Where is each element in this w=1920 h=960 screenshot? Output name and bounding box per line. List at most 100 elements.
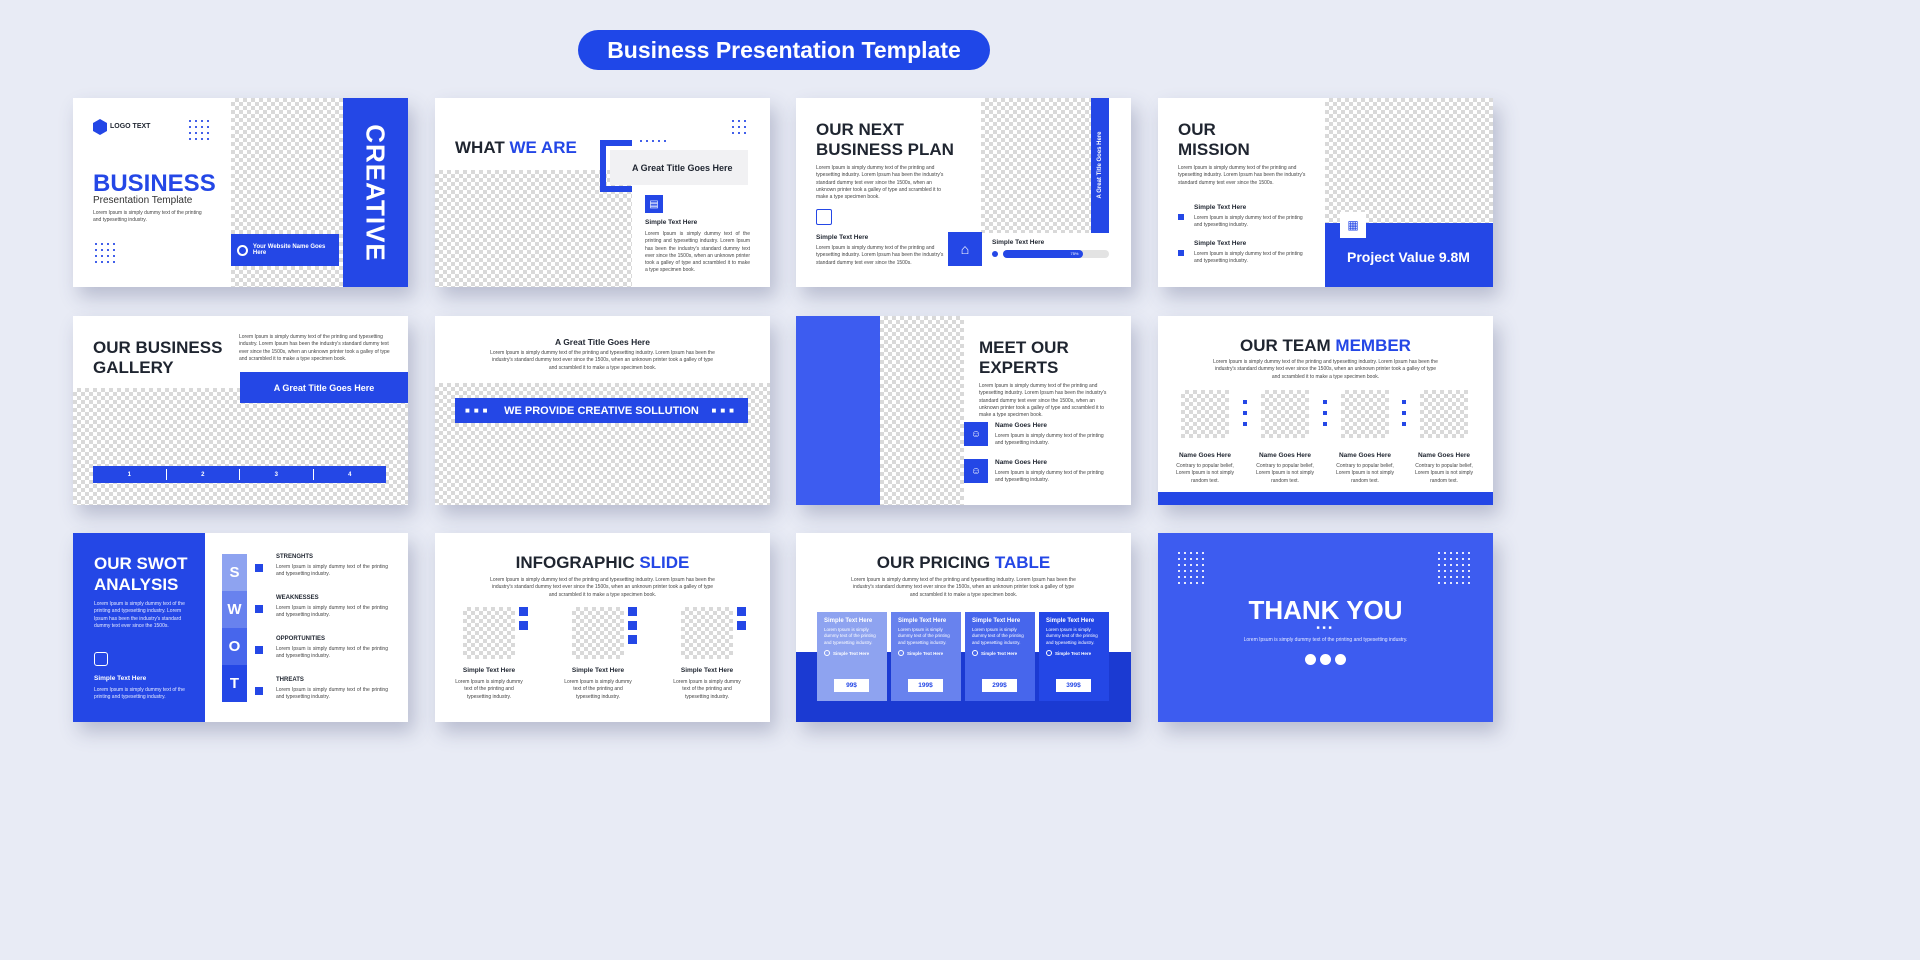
footer-bar [1158,492,1493,505]
bullet-square [1178,214,1184,220]
slide-body: Lorem Ipsum is simply dummy text of the … [1243,637,1408,643]
dot-pattern [1436,550,1472,586]
pricing-card[interactable]: Simple Text Here Lorem Ipsum is simply d… [965,612,1035,701]
project-value: Project Value 9.8M [1347,249,1470,265]
slide-body: Lorem Ipsum is simply dummy text of the … [1178,165,1306,186]
slide-what-we-are[interactable]: WHAT WE ARE A Great Title Goes Here ▤ Si… [435,98,770,287]
slide-title-accent: MISSION [1178,140,1250,159]
dots-decoration [1243,400,1247,430]
bullet-square [255,564,263,572]
item-body: Lorem Ipsum is simply dummy text of the … [816,245,944,266]
briefcase-icon: ▤ [645,195,663,213]
slide-business-plan[interactable]: OUR NEXT BUSINESS PLAN Lorem Ipsum is si… [796,98,1131,287]
slide-title: OUR TEAM MEMBER [1240,336,1411,355]
slide-title: OUR [1178,120,1216,139]
item-body: Lorem Ipsum is simply dummy text of the … [645,231,750,274]
plan-body: Lorem Ipsum is simply dummy text of the … [824,627,876,645]
slide-body: Lorem Ipsum is simply dummy text of the … [816,165,944,201]
item-body: Lorem Ipsum is simply dummy text of the … [94,687,185,701]
slide-gallery[interactable]: OUR BUSINESS GALLERY Lorem Ipsum is simp… [73,316,408,505]
image-placeholder [681,607,733,659]
slide-mission[interactable]: OUR MISSION Lorem Ipsum is simply dummy … [1158,98,1493,287]
slide-title: MEET OUR [979,338,1069,357]
vertical-text: CREATIVE [360,124,391,262]
member-photo [1261,390,1309,438]
slide-body: Lorem Ipsum is simply dummy text of the … [94,601,185,629]
icon-stack [628,607,637,644]
item-title: Simple Text Here [1194,204,1247,211]
swot-letter: S [222,554,247,591]
slide-body: Lorem Ipsum is simply dummy text of the … [490,577,715,598]
timeline-step[interactable]: 4 [314,469,387,480]
banner-text: WE PROVIDE CREATIVE SOLLUTION [504,404,699,417]
member-photo [1420,390,1468,438]
expert-icon: ☺ [964,459,988,483]
swot-body: Lorem Ipsum is simply dummy text of the … [276,687,388,701]
person-icon [94,652,108,666]
member-name: Name Goes Here [1258,452,1312,459]
logo-text: LOGO TEXT [110,123,151,130]
dot-pattern [638,138,668,144]
check-icon [898,650,904,657]
item-body: Lorem Ipsum is simply dummy text of the … [564,679,632,700]
item-title: Simple Text Here [462,667,516,674]
icon-stack [737,607,746,631]
image-placeholder [1325,98,1493,223]
plan-title: Simple Text Here [972,618,1021,624]
bullet-square [255,687,263,695]
dots-decoration: ■■■ [465,406,492,415]
side-panel [796,316,880,505]
slide-title: OUR BUSINESS [93,338,223,357]
price-button[interactable]: 299$ [982,679,1017,692]
price-button[interactable]: 199$ [908,679,943,692]
dots-decoration: ■■■ [711,406,738,415]
plan-feature: Simple Text Here [1055,650,1092,656]
slide-experts[interactable]: MEET OUR EXPERTS Lorem Ipsum is simply d… [796,316,1131,505]
plan-title: Simple Text Here [824,618,873,624]
swot-title: STRENGHTS [276,554,314,560]
progress-label: 75% [1070,251,1079,256]
member-body: Contrary to popular belief, Lorem Ipsum … [1255,463,1315,484]
slide-team[interactable]: OUR TEAM MEMBER Lorem Ipsum is simply du… [1158,316,1493,505]
logo-icon [93,119,107,135]
slide-swot[interactable]: OUR SWOT ANALYSIS Lorem Ipsum is simply … [73,533,408,722]
price-button[interactable]: 399$ [1056,679,1091,692]
timeline-step[interactable]: 3 [240,469,314,480]
member-name: Name Goes Here [1338,452,1392,459]
pricing-card[interactable]: Simple Text Here Lorem Ipsum is simply d… [1039,612,1109,701]
slide-title: INFOGRAPHIC SLIDE [515,553,690,572]
plan-body: Lorem Ipsum is simply dummy text of the … [972,627,1024,645]
image-placeholder [981,98,1091,233]
dots-decoration [1402,400,1406,430]
slide-title: OUR PRICING TABLE [876,553,1051,572]
slide-cover[interactable]: LOGO TEXT BUSINESS Presentation Template… [73,98,408,287]
check-icon [972,650,978,657]
slide-subtitle: Presentation Template [93,195,193,206]
timeline-step[interactable]: 2 [167,469,240,480]
image-placeholder [572,607,624,659]
item-title: Simple Text Here [645,219,698,226]
pricing-card[interactable]: Simple Text Here Lorem Ipsum is simply d… [891,612,961,701]
swot-title: OPPORTUNITIES [276,636,326,642]
timeline-step[interactable]: 1 [93,469,167,480]
progress-track: 75% [1003,250,1109,258]
image-placeholder [73,388,408,505]
item-title: Simple Text Here [816,234,869,241]
pricing-card[interactable]: Simple Text Here Lorem Ipsum is simply d… [817,612,887,701]
plan-body: Lorem Ipsum is simply dummy text of the … [898,627,950,645]
item-title: Simple Text Here [94,675,147,682]
slide-title: A Great Title Goes Here [555,337,650,347]
puzzle-icon [816,209,832,225]
chart-icon: ⌂ [948,232,982,266]
website-button[interactable]: Your Website Name Goes Here [231,234,339,266]
member-name: Name Goes Here [1178,452,1232,459]
slide-title: BUSINESS [93,170,216,197]
slide-pricing[interactable]: OUR PRICING TABLE Lorem Ipsum is simply … [796,533,1131,722]
slide-creative-solution[interactable]: A Great Title Goes Here Lorem Ipsum is s… [435,316,770,505]
slide-infographic[interactable]: INFOGRAPHIC SLIDE Lorem Ipsum is simply … [435,533,770,722]
slide-body: Lorem Ipsum is simply dummy text of the … [1213,359,1438,380]
plan-feature: Simple Text Here [907,650,944,656]
slide-thank-you[interactable]: THANK YOU ■■■ Lorem Ipsum is simply dumm… [1158,533,1493,722]
price-button[interactable]: 99$ [834,679,869,692]
progress-title: Simple Text Here [992,239,1045,246]
